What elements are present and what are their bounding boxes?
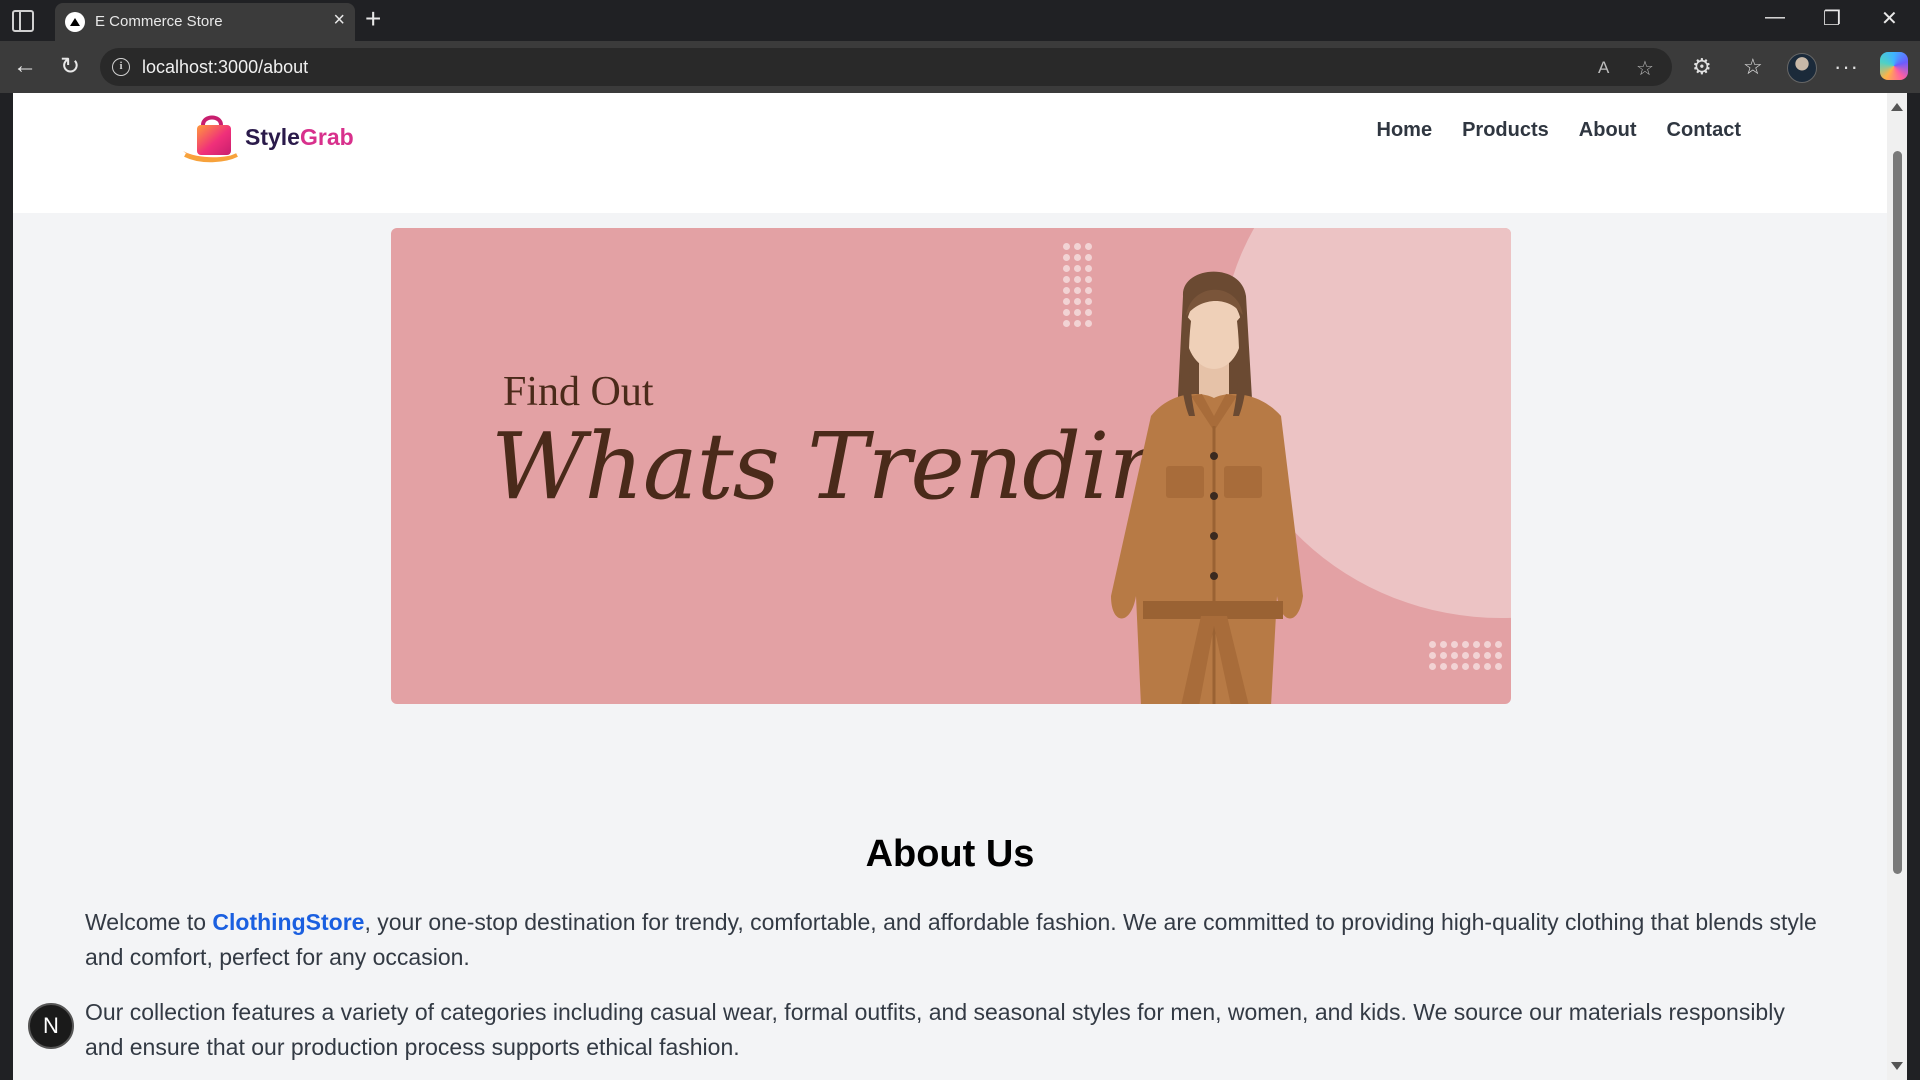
reload-button[interactable]: ↻ (55, 51, 85, 81)
scroll-down-arrow-icon[interactable] (1891, 1062, 1903, 1070)
banner-text-find-out: Find Out (503, 369, 654, 415)
profile-avatar[interactable] (1787, 53, 1817, 83)
about-us-heading: About Us (865, 833, 1035, 876)
nextjs-dev-indicator[interactable]: N (28, 1003, 74, 1049)
browser-tab-bar: E Commerce Store × + — ❐ ✕ (0, 0, 1920, 41)
shopping-bag-logo-icon (183, 115, 239, 163)
read-aloud-icon[interactable]: A (1598, 58, 1609, 78)
hero-banner: Find Out Whats Trending (391, 228, 1511, 704)
favorites-icon[interactable]: ☆ (1743, 54, 1763, 80)
brand-link[interactable]: ClothingStore (212, 909, 364, 935)
site-info-icon[interactable]: i (112, 58, 130, 76)
favorite-star-icon[interactable]: ☆ (1636, 56, 1654, 81)
close-tab-icon[interactable]: × (333, 10, 345, 30)
tab-actions-icon[interactable] (12, 10, 34, 32)
page-scrollbar[interactable] (1887, 93, 1907, 1080)
scroll-thumb[interactable] (1893, 151, 1902, 874)
extensions-icon[interactable]: ⚙ (1692, 54, 1712, 80)
main-nav: Home Products About Contact (1377, 119, 1741, 142)
model-image (1111, 271, 1303, 704)
para1-prefix: Welcome to (85, 909, 213, 935)
banner-dots-bottom (1429, 641, 1502, 670)
browser-tab[interactable]: E Commerce Store × (55, 3, 355, 41)
url-text[interactable]: localhost:3000/about (142, 57, 308, 78)
browser-toolbar: ← ↻ i localhost:3000/about A ☆ ⚙ ☆ ··· (0, 41, 1920, 93)
close-window-button[interactable]: ✕ (1881, 6, 1898, 31)
window-frame (1907, 93, 1920, 1080)
site-logo[interactable]: StyleGrab (181, 107, 354, 167)
scroll-up-arrow-icon[interactable] (1891, 103, 1903, 111)
copilot-icon[interactable] (1880, 52, 1908, 80)
back-button[interactable]: ← (10, 51, 40, 81)
about-paragraph-2: Our collection features a variety of cat… (85, 999, 1785, 1060)
about-paragraph-1: Welcome to ClothingStore, your one-stop … (85, 905, 1825, 975)
new-tab-button[interactable]: + (365, 4, 381, 34)
nav-about[interactable]: About (1579, 119, 1637, 142)
nav-products[interactable]: Products (1462, 119, 1549, 142)
tab-title: E Commerce Store (95, 13, 223, 30)
site-header: StyleGrab Home Products About Contact (13, 93, 1887, 213)
favicon-icon (65, 12, 85, 32)
logo-text-grab: Grab (299, 123, 354, 150)
page-viewport: StyleGrab Home Products About Contact Fi… (13, 93, 1887, 1080)
minimize-button[interactable]: — (1765, 6, 1785, 29)
more-menu-icon[interactable]: ··· (1834, 54, 1859, 80)
restore-button[interactable]: ❐ (1823, 6, 1841, 31)
address-bar[interactable]: i localhost:3000/about A ☆ (100, 48, 1672, 86)
logo-text-style: Style (245, 123, 300, 150)
nav-contact[interactable]: Contact (1667, 119, 1741, 142)
nav-home[interactable]: Home (1377, 119, 1433, 142)
logo-wordmark: StyleGrab (245, 124, 354, 151)
